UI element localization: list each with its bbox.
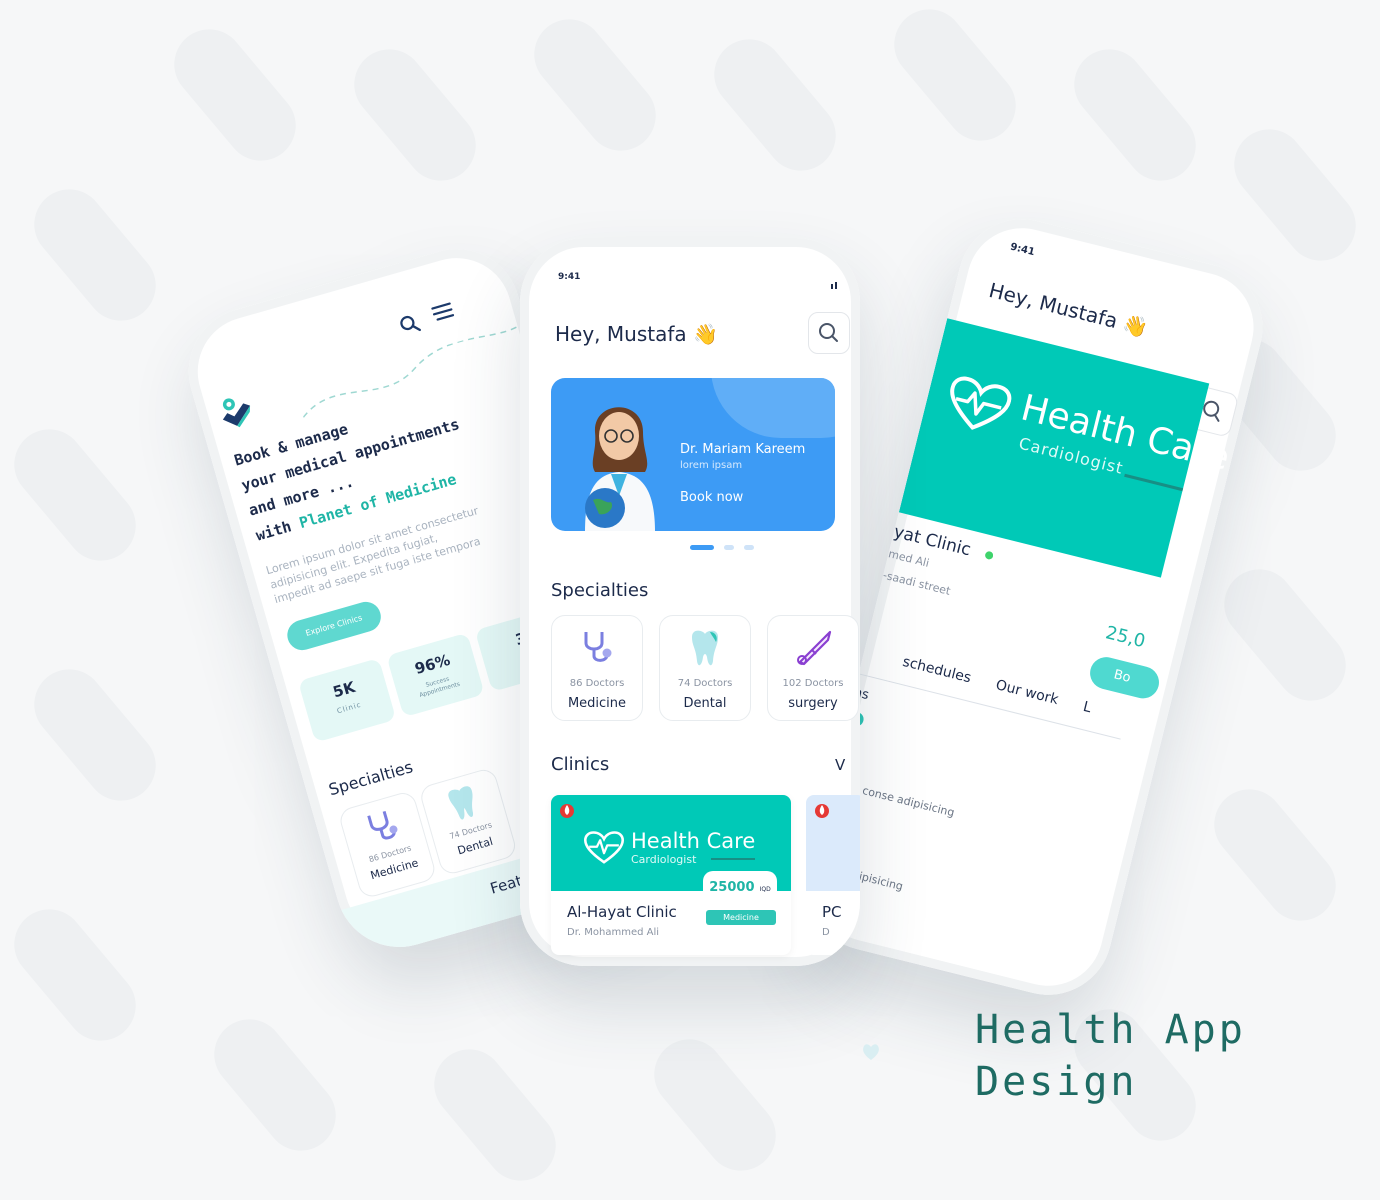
search-button[interactable] [808,312,850,354]
doctor-banner[interactable]: Dr. Mariam Kareem lorem ipsam Book now [551,378,835,531]
menu-icon[interactable] [430,300,457,327]
search-icon [819,323,838,342]
clinic-card-doctor: D [822,927,830,938]
clinics-title: Clinics [551,754,610,775]
specialty-name: Dental [683,696,727,711]
price-value: 25000 [709,880,755,895]
stethoscope-icon [580,630,614,670]
scalpel-icon [794,628,834,672]
tab-our-work[interactable]: Our work [994,677,1060,708]
wave-icon: 👋 [693,322,718,346]
hero-underline [1124,473,1184,492]
tab-schedules[interactable]: schedules [901,654,973,686]
small-heart-icon [860,1040,882,1066]
specialty-count: 86 Doctors [569,678,625,689]
specialty-card-dental[interactable]: 74 Doctors Dental [659,615,751,721]
clinic-card-name: Al-Hayat Clinic [567,903,677,921]
clinic-card-brand: Health Care [631,829,756,853]
doctor-avatar [585,407,655,531]
signal-icon [830,274,838,293]
clinics-view-all-link[interactable]: V [835,756,845,774]
specialties-title: Specialties [551,580,649,601]
hero-brand: Health Care [1016,387,1234,479]
clinic-card-image: Health Care Cardiologist 25000 IQD [551,795,791,901]
headline-with: with [253,517,294,545]
tab-third[interactable]: L [1081,699,1092,716]
greeting: Hey, Mustafa 👋 [555,322,718,346]
banner-doctor-name: Dr. Mariam Kareem [680,442,806,457]
wave-icon: 👋 [1120,311,1151,341]
carousel-dot[interactable] [724,545,734,550]
clinic-card-underline [711,858,755,860]
caption-line-2: Design [975,1059,1138,1105]
specialty-card-surgery[interactable]: 102 Doctors surgery [767,615,859,721]
caption: Health App Design [975,1004,1246,1108]
clinic-price: 25,0 [1103,622,1148,653]
specialty-count: 102 Doctors [782,678,844,689]
greeting: Hey, Mustafa 👋 [987,278,1151,341]
fire-icon [814,801,830,823]
clinic-card-tag: Medicine [706,910,776,925]
heart-pulse-icon [583,831,625,869]
app-logo-icon [211,389,262,442]
status-time: 9:41 [558,272,581,282]
greeting-text: Hey, Mustafa [986,277,1121,334]
greeting-text: Hey, Mustafa [555,322,687,346]
clinic-card[interactable]: Health Care Cardiologist 25000 IQD Al-Ha… [551,795,791,955]
clinic-card[interactable]: PC D [806,795,860,955]
book-button[interactable]: Bo [1086,653,1163,702]
specialty-card-medicine[interactable]: 86 Doctors Medicine [551,615,643,721]
fire-icon [559,801,575,823]
specialty-card-dental[interactable]: 74 Doctors Dental [418,766,519,877]
specialty-count: 74 Doctors [677,678,733,689]
status-time: 9:41 [1009,241,1036,259]
clinic-card-brand-sub: Cardiologist [631,853,697,866]
clinic-card-name: PC [822,903,842,921]
tooth-icon [688,628,722,672]
stat-card-clinics: 5K Clinic [297,657,397,743]
explore-clinics-button[interactable]: Explore Clinics [283,598,385,654]
search-icon[interactable] [398,312,424,341]
caption-line-1: Health App [975,1007,1246,1053]
specialty-name: Medicine [567,696,627,711]
stat-card-success: 96% Success Appointments [386,632,485,718]
stethoscope-icon [362,807,403,852]
carousel-dot-active[interactable] [690,545,714,550]
clinic-doctor: med Ali [887,547,931,570]
banner-subtitle: lorem ipsam [680,460,743,471]
price-currency: IQD [759,886,771,893]
banner-decor-circle [711,378,835,438]
clinic-card-doctor: Dr. Mohammed Ali [567,927,660,938]
tooth-icon [443,782,485,829]
tab-divider [858,673,1121,740]
price-badge: 25000 IQD [703,871,777,901]
heart-pulse-icon [941,373,1015,442]
carousel-dot[interactable] [744,545,754,550]
clinic-address: -saadi street [881,568,952,598]
center-phone-home: 9:41 Hey, Mustafa 👋 Dr. Mariam Kareem lo… [520,238,860,966]
specialty-name: surgery [788,696,838,711]
online-indicator [984,550,995,561]
clinic-card-image [806,795,860,891]
book-now-button[interactable]: Book now [680,490,743,505]
